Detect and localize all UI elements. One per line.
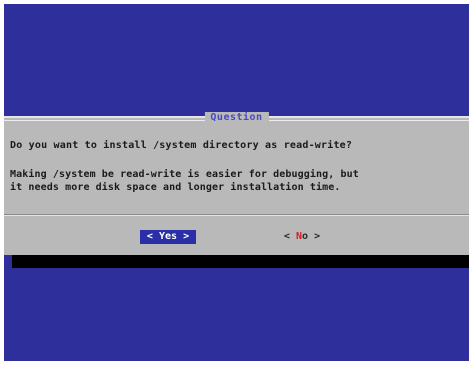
description-text: Making /system be read-write is easier f… (10, 168, 359, 194)
no-right-bracket: > (314, 231, 321, 242)
dialog-shadow (12, 255, 469, 268)
no-label-rest: o (302, 231, 309, 242)
yes-right-bracket: > (183, 231, 190, 242)
console-screen: Question Do you want to install /system … (4, 4, 469, 361)
yes-left-bracket: < (146, 231, 153, 242)
button-separator (4, 214, 469, 216)
yes-button[interactable]: < Yes > (140, 230, 196, 244)
description-line: it needs more disk space and longer inst… (10, 182, 341, 193)
description-line: Making /system be read-write is easier f… (10, 169, 359, 180)
question-dialog: Question Do you want to install /system … (4, 112, 469, 255)
dialog-title: Question (204, 112, 269, 123)
no-button[interactable]: < No > (272, 230, 332, 244)
yes-label-rest: es (164, 231, 178, 242)
question-text: Do you want to install /system directory… (10, 140, 353, 151)
no-left-bracket: < (283, 231, 290, 242)
